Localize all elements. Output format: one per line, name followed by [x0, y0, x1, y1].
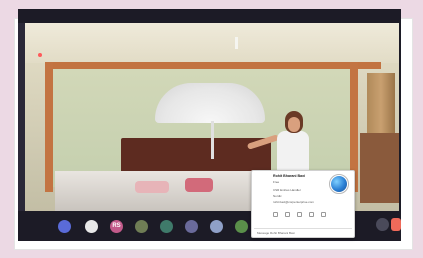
participant-avatar[interactable]: [135, 220, 148, 233]
more-options-icon[interactable]: [321, 212, 326, 217]
chat-icon[interactable]: [273, 212, 278, 217]
contact-team: Nordic: [273, 194, 282, 198]
participant-avatar[interactable]: [85, 220, 98, 233]
contact-avatar-image: [331, 176, 347, 192]
participant-avatar[interactable]: [58, 220, 71, 233]
contact-role: CSR Entries Handler: [273, 188, 301, 192]
call-icon[interactable]: [297, 212, 302, 217]
contact-name: Rohit Bharani Baxi: [273, 174, 306, 178]
video-call-icon[interactable]: [309, 212, 314, 217]
umbrella: [155, 83, 265, 123]
participant-avatar[interactable]: RS: [110, 220, 123, 233]
raise-hand-icon[interactable]: [391, 218, 401, 231]
contact-email[interactable]: rohit.baxi@corpenterprise.com: [273, 200, 314, 204]
participant-avatar[interactable]: [160, 220, 173, 233]
participant-avatar[interactable]: [210, 220, 223, 233]
contact-status: Free: [273, 180, 280, 184]
participant-avatar[interactable]: [376, 218, 389, 231]
record-dot-icon: [38, 53, 42, 57]
left-rail: [18, 23, 25, 211]
participant-avatar[interactable]: [185, 220, 198, 233]
mail-icon[interactable]: [285, 212, 290, 217]
message-input[interactable]: Message Rohit Bharani Baxi: [254, 228, 352, 236]
participant-avatar[interactable]: [235, 220, 248, 233]
